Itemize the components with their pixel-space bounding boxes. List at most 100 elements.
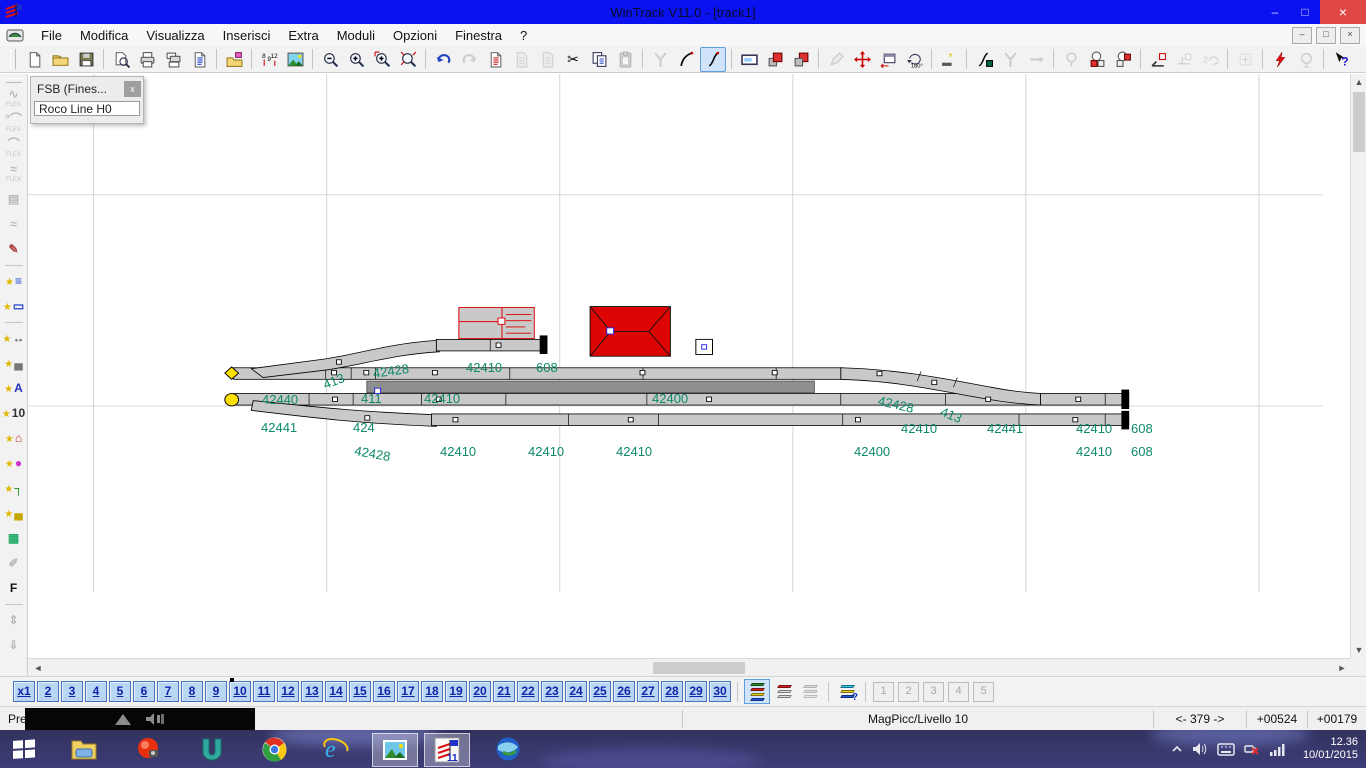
move-table-button[interactable] bbox=[876, 48, 900, 71]
track-endpoints[interactable] bbox=[225, 367, 239, 406]
house-tool[interactable]: ★⌂ bbox=[2, 426, 26, 451]
page-button-12[interactable]: 12 bbox=[277, 681, 299, 702]
menu-moduli[interactable]: Moduli bbox=[328, 26, 384, 45]
horizontal-scrollbar[interactable]: ◄ ► bbox=[28, 658, 1350, 676]
power-icon[interactable] bbox=[1244, 742, 1260, 756]
minimize-button[interactable]: – bbox=[1260, 0, 1290, 24]
vscroll-thumb[interactable] bbox=[1353, 92, 1365, 152]
wintrack-icon[interactable]: 11 bbox=[424, 733, 470, 767]
figures-tool[interactable]: ★● bbox=[2, 451, 26, 476]
track-library-button[interactable] bbox=[222, 48, 246, 71]
page-button-10[interactable]: 10 bbox=[229, 681, 251, 702]
flex-convert-button[interactable] bbox=[972, 48, 996, 71]
all-layers-button[interactable] bbox=[744, 679, 770, 704]
close-button[interactable]: × bbox=[1320, 0, 1366, 24]
small-item[interactable] bbox=[696, 339, 713, 354]
page-button-30[interactable]: 30 bbox=[709, 681, 731, 702]
page-button-13[interactable]: 13 bbox=[301, 681, 323, 702]
print-pages-button[interactable] bbox=[161, 48, 185, 71]
maximize-button[interactable]: □ bbox=[1290, 0, 1320, 24]
building-red-roof[interactable] bbox=[590, 307, 670, 357]
page-button-3[interactable]: 3 bbox=[61, 681, 83, 702]
platform-tool[interactable]: ★▄ bbox=[2, 351, 26, 376]
piece-numbers-button[interactable]: 8912 bbox=[257, 48, 281, 71]
undo-button[interactable] bbox=[431, 48, 455, 71]
page-button-19[interactable]: 19 bbox=[445, 681, 467, 702]
save-button[interactable] bbox=[74, 48, 98, 71]
new-button[interactable] bbox=[22, 48, 46, 71]
page-button-18[interactable]: 18 bbox=[421, 681, 443, 702]
open-button[interactable] bbox=[48, 48, 72, 71]
page-button-21[interactable]: 21 bbox=[493, 681, 515, 702]
internet-explorer-icon[interactable]: e bbox=[314, 733, 358, 765]
magic-wand-tool[interactable]: ✎ bbox=[2, 237, 26, 262]
numbering-tool[interactable]: ★10 bbox=[2, 401, 26, 426]
background-image-button[interactable] bbox=[283, 48, 307, 71]
scroll-up-icon[interactable]: ▲ bbox=[1351, 74, 1366, 90]
electric-button[interactable] bbox=[1268, 48, 1292, 71]
copy-button[interactable] bbox=[587, 48, 611, 71]
file-explorer-icon[interactable] bbox=[62, 733, 106, 765]
menu-finestra[interactable]: Finestra bbox=[446, 26, 511, 45]
page-button-x1[interactable]: x1 bbox=[13, 681, 35, 702]
scroll-right-icon[interactable]: ► bbox=[1334, 660, 1350, 676]
page-button-7[interactable]: 7 bbox=[157, 681, 179, 702]
ruler-tool[interactable]: ★≡ bbox=[2, 269, 26, 294]
scroll-down-icon[interactable]: ▼ bbox=[1351, 642, 1366, 658]
zoom-window-button[interactable] bbox=[370, 48, 394, 71]
text-box-button[interactable] bbox=[737, 48, 761, 71]
price-list-button[interactable] bbox=[483, 48, 507, 71]
rectangle-tool[interactable]: ★▭ bbox=[2, 294, 26, 319]
print-preview-button[interactable] bbox=[109, 48, 133, 71]
cut-button[interactable]: ✂ bbox=[561, 48, 585, 71]
page-button-4[interactable]: 4 bbox=[85, 681, 107, 702]
signal-tool[interactable]: F bbox=[2, 576, 26, 601]
media-app-icon[interactable] bbox=[190, 733, 234, 765]
close-icon[interactable]: x bbox=[124, 81, 141, 97]
send-back-button[interactable] bbox=[789, 48, 813, 71]
vertical-scrollbar[interactable]: ▲ ▼ bbox=[1350, 74, 1366, 658]
scroll-left-icon[interactable]: ◄ bbox=[30, 660, 46, 676]
layers-help-button[interactable]: ? bbox=[835, 680, 859, 703]
page-button-14[interactable]: 14 bbox=[325, 681, 347, 702]
chrome-icon[interactable] bbox=[252, 733, 296, 765]
page-button-25[interactable]: 25 bbox=[589, 681, 611, 702]
endpoint-button[interactable] bbox=[1146, 48, 1170, 71]
page-button-29[interactable]: 29 bbox=[685, 681, 707, 702]
mdi-close-button[interactable]: × bbox=[1340, 27, 1360, 44]
keyboard-icon[interactable] bbox=[1217, 743, 1235, 756]
terrain-tool[interactable]: ★▄ bbox=[2, 501, 26, 526]
page-button-26[interactable]: 26 bbox=[613, 681, 635, 702]
print-button[interactable] bbox=[135, 48, 159, 71]
page-button-8[interactable]: 8 bbox=[181, 681, 203, 702]
rotate-180-button[interactable]: 180° bbox=[902, 48, 926, 71]
page-button-27[interactable]: 27 bbox=[637, 681, 659, 702]
building-outline-red[interactable] bbox=[459, 307, 534, 338]
photo-app-icon[interactable] bbox=[126, 733, 170, 765]
flex-track-button[interactable] bbox=[700, 47, 726, 72]
connect-new-button[interactable]: * bbox=[937, 48, 961, 71]
menu-inserisci[interactable]: Inserisci bbox=[214, 26, 280, 45]
parts-list-button[interactable] bbox=[187, 48, 211, 71]
page-button-11[interactable]: 11 bbox=[253, 681, 275, 702]
google-earth-icon[interactable] bbox=[486, 733, 530, 765]
measure-tool[interactable]: ★↔ bbox=[2, 326, 26, 351]
page-button-6[interactable]: 6 bbox=[133, 681, 155, 702]
mdi-restore-button[interactable]: □ bbox=[1316, 27, 1336, 44]
background-image-tool[interactable]: ▦ bbox=[2, 526, 26, 551]
hscroll-thumb[interactable] bbox=[653, 662, 745, 674]
context-help-button[interactable]: ? bbox=[1329, 48, 1353, 71]
menu-extra[interactable]: Extra bbox=[279, 26, 327, 45]
page-button-2[interactable]: 2 bbox=[37, 681, 59, 702]
select-front-button[interactable] bbox=[1085, 48, 1109, 71]
bring-front-button[interactable] bbox=[763, 48, 787, 71]
menu-visualizza[interactable]: Visualizza bbox=[137, 26, 213, 45]
page-button-16[interactable]: 16 bbox=[373, 681, 395, 702]
image-viewer-icon[interactable] bbox=[372, 733, 418, 767]
menu-modifica[interactable]: Modifica bbox=[71, 26, 137, 45]
menu-opzioni[interactable]: Opzioni bbox=[384, 26, 446, 45]
zoom-out-button[interactable] bbox=[318, 48, 342, 71]
page-button-23[interactable]: 23 bbox=[541, 681, 563, 702]
select-back-button[interactable] bbox=[1111, 48, 1135, 71]
move-piece-button[interactable] bbox=[850, 48, 874, 71]
